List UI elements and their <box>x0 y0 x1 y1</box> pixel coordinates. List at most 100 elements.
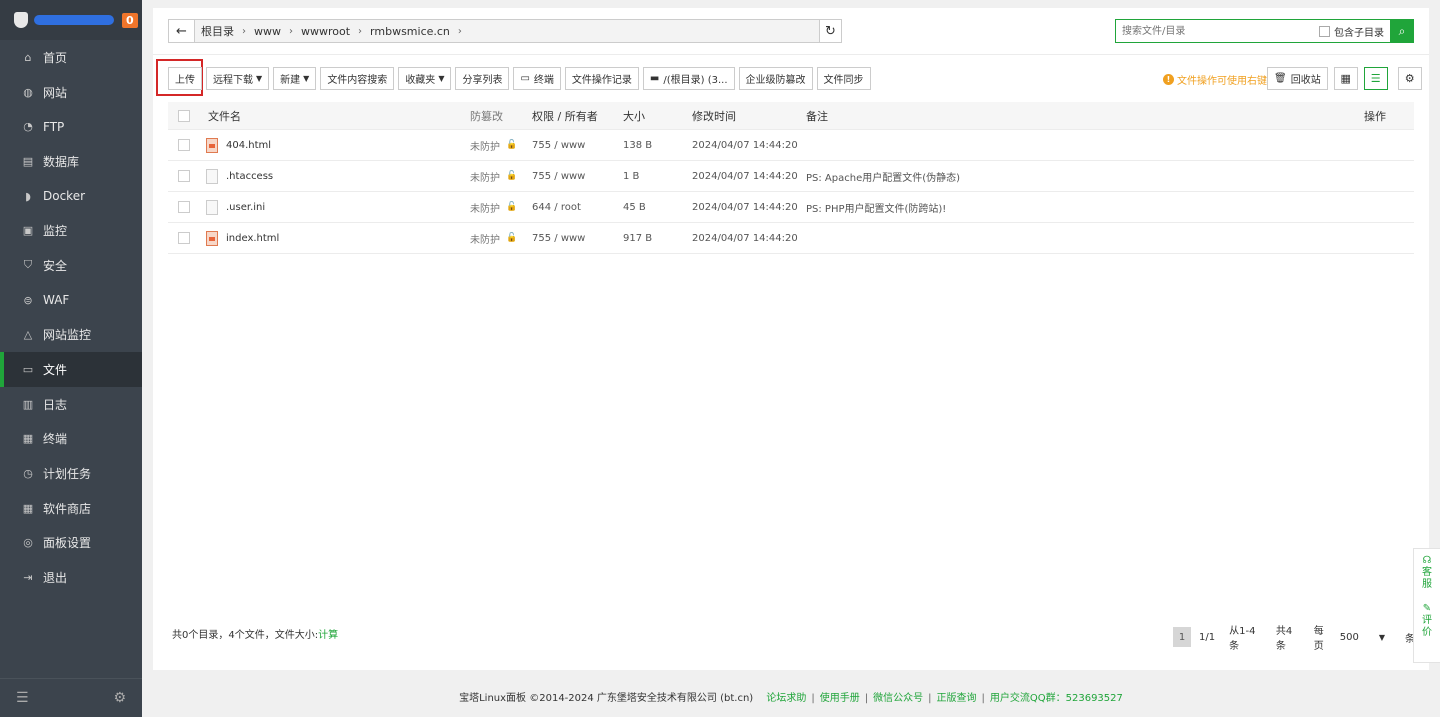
include-subdir-checkbox[interactable]: 包含子目录 <box>1319 24 1390 39</box>
grid-view-icon[interactable]: ▦ <box>1333 67 1358 90</box>
table-row[interactable]: .htaccess 未防护 🔓 755 / www 1 B 2024/04/07 14:4… <box>168 161 1414 192</box>
sidebar-item-logout[interactable]: ⇥ 退出 <box>0 560 142 595</box>
page-current[interactable]: 1 <box>1173 627 1192 647</box>
header-name[interactable]: 文件名 <box>200 108 470 124</box>
file-name-cell[interactable]: index.html <box>200 230 470 246</box>
review-button[interactable]: ✎ 评价 <box>1421 603 1433 639</box>
calc-size-link[interactable]: 计算 <box>318 630 338 641</box>
file-name-cell[interactable]: .htaccess <box>200 168 470 184</box>
protect-status[interactable]: 未防护 <box>470 231 500 246</box>
upload-button[interactable]: 上传 <box>168 67 202 90</box>
favorites-label: 收藏夹 <box>405 75 436 86</box>
note-cell[interactable]: PS: Apache用户配置文件(伪静态) <box>806 169 1076 184</box>
file-name[interactable]: 404.html <box>226 140 271 151</box>
gear-icon[interactable]: ⚙ <box>1397 67 1422 90</box>
per-page-select[interactable]: 500 ▼ <box>1340 632 1399 643</box>
select-all-checkbox[interactable] <box>178 109 190 122</box>
header-note: 备注 <box>806 109 828 123</box>
sidebar-item-ftp[interactable]: ◔ FTP <box>0 109 142 144</box>
sidebar-item-label: 面板设置 <box>43 536 92 551</box>
sidebar: 0 ⌂ 首页 ◍ 网站 ◔ FTP ▤ 数据库 ◗ Docker ▣ 监控 ⛉ 安全 ⊜ WAF △ 网站监控 ▭ 文… <box>0 0 142 717</box>
disk-button[interactable]: ▬/(根目录) (3... <box>642 67 735 90</box>
sidebar-item-log[interactable]: ▥ 日志 <box>0 387 142 422</box>
customer-service-button[interactable]: ☊ 客服 <box>1421 555 1433 591</box>
breadcrumb[interactable]: 根目录 › www › wwwroot › rmbwsmice.cn › <box>195 23 819 39</box>
checkbox-box[interactable] <box>1319 25 1330 37</box>
recycle-bin-button[interactable]: 🗑 回收站 <box>1267 67 1328 90</box>
collapse-menu-icon[interactable]: ☰ <box>16 690 29 706</box>
sidebar-item-monitor[interactable]: ▣ 监控 <box>0 213 142 248</box>
unlock-icon[interactable]: 🔓 <box>506 202 517 212</box>
table-row[interactable]: 404.html 未防护 🔓 755 / www 138 B 2024/04/07 14:… <box>168 130 1414 161</box>
file-name[interactable]: .htaccess <box>226 171 273 182</box>
op-log-button[interactable]: 文件操作记录 <box>564 67 639 90</box>
sidebar-item-folder[interactable]: ▭ 文件 <box>0 352 142 387</box>
new-button[interactable]: 新建 ▼ <box>273 67 317 90</box>
sidebar-settings-icon[interactable]: ⚙ <box>113 690 126 706</box>
tamper-protect-button[interactable]: 企业级防篡改 <box>738 67 813 90</box>
file-name-cell[interactable]: 404.html <box>200 137 470 153</box>
footer-link[interactable]: 正版查询 <box>937 693 977 704</box>
row-checkbox[interactable] <box>178 232 190 244</box>
protect-status[interactable]: 未防护 <box>470 200 500 215</box>
footer-link[interactable]: 论坛求助 <box>766 693 806 704</box>
breadcrumb-item[interactable]: rmbwsmice.cn <box>370 25 450 38</box>
list-view-icon[interactable]: ☰ <box>1363 67 1388 90</box>
unlock-icon[interactable]: 🔓 <box>506 140 517 150</box>
note-cell[interactable]: PS: PHP用户配置文件(防跨站)! <box>806 200 1076 215</box>
table-row[interactable]: .user.ini 未防护 🔓 644 / root 45 B 2024/04/07 14… <box>168 192 1414 223</box>
unlock-icon[interactable]: 🔓 <box>506 171 517 181</box>
perm-cell[interactable]: 755 / www <box>532 140 623 151</box>
file-name-cell[interactable]: .user.ini <box>200 199 470 215</box>
protect-status[interactable]: 未防护 <box>470 169 500 184</box>
header-mtime[interactable]: 修改时间 <box>692 108 806 124</box>
sidebar-item-waf[interactable]: ⊜ WAF <box>0 283 142 318</box>
row-checkbox[interactable] <box>178 170 190 182</box>
sidebar-item-settings[interactable]: ◎ 面板设置 <box>0 526 142 561</box>
sidebar-item-label: 网站监控 <box>43 328 92 343</box>
file-sync-button[interactable]: 文件同步 <box>816 67 871 90</box>
html-file-icon <box>206 137 218 153</box>
sidebar-item-database[interactable]: ▤ 数据库 <box>0 144 142 179</box>
divider <box>153 54 1429 55</box>
breadcrumb-item[interactable]: wwwroot <box>301 25 350 38</box>
file-name[interactable]: .user.ini <box>226 202 265 213</box>
perm-cell[interactable]: 644 / root <box>532 202 623 213</box>
sidebar-item-shield[interactable]: ⛉ 安全 <box>0 248 142 283</box>
footer-link[interactable]: 使用手册 <box>820 693 860 704</box>
tip-text: 文件操作可使用右键 <box>1177 76 1267 87</box>
sidebar-item-home[interactable]: ⌂ 首页 <box>0 40 142 75</box>
unlock-icon[interactable]: 🔓 <box>506 233 517 243</box>
terminal-button[interactable]: ▭ 终端 <box>513 67 561 90</box>
sidebar-item-docker[interactable]: ◗ Docker <box>0 179 142 214</box>
search-icon[interactable]: ⌕ <box>1390 19 1414 43</box>
row-checkbox[interactable] <box>178 201 190 213</box>
sidebar-item-store[interactable]: ▦ 软件商店 <box>0 491 142 526</box>
sidebar-item-terminal[interactable]: ▦ 终端 <box>0 422 142 457</box>
sidebar-item-schedule[interactable]: ◷ 计划任务 <box>0 456 142 491</box>
favorites-button[interactable]: 收藏夹 ▼ <box>398 67 452 90</box>
footer-separator: | <box>864 693 869 704</box>
protect-status[interactable]: 未防护 <box>470 138 500 153</box>
footer-link[interactable]: 用户交流QQ群：523693527 <box>990 693 1123 704</box>
header-size[interactable]: 大小 <box>623 108 692 124</box>
perm-cell[interactable]: 755 / www <box>532 233 623 244</box>
back-arrow-icon[interactable]: ← <box>169 20 195 42</box>
sidebar-item-site-monitor[interactable]: △ 网站监控 <box>0 318 142 353</box>
file-name[interactable]: index.html <box>226 233 279 244</box>
refresh-icon[interactable]: ↻ <box>819 20 841 42</box>
row-checkbox[interactable] <box>178 139 190 151</box>
remote-download-button[interactable]: 远程下载 ▼ <box>206 67 270 90</box>
sidebar-item-globe[interactable]: ◍ 网站 <box>0 75 142 110</box>
sidebar-item-label: 文件 <box>43 363 68 378</box>
breadcrumb-item[interactable]: 根目录 <box>201 23 234 39</box>
table-row[interactable]: index.html 未防护 🔓 755 / www 917 B 2024/04/07 1… <box>168 223 1414 254</box>
breadcrumb-item[interactable]: www <box>254 25 281 38</box>
share-list-button[interactable]: 分享列表 <box>455 67 510 90</box>
perm-cell[interactable]: 755 / www <box>532 171 623 182</box>
copyright-text: 宝塔Linux面板 ©2014-2024 广东堡塔安全技术有限公司 (bt.cn… <box>459 693 754 704</box>
notification-badge[interactable]: 0 <box>122 12 138 28</box>
footer-link[interactable]: 微信公众号 <box>873 693 923 704</box>
content-search-button[interactable]: 文件内容搜索 <box>320 67 395 90</box>
search-input[interactable] <box>1116 20 1319 42</box>
